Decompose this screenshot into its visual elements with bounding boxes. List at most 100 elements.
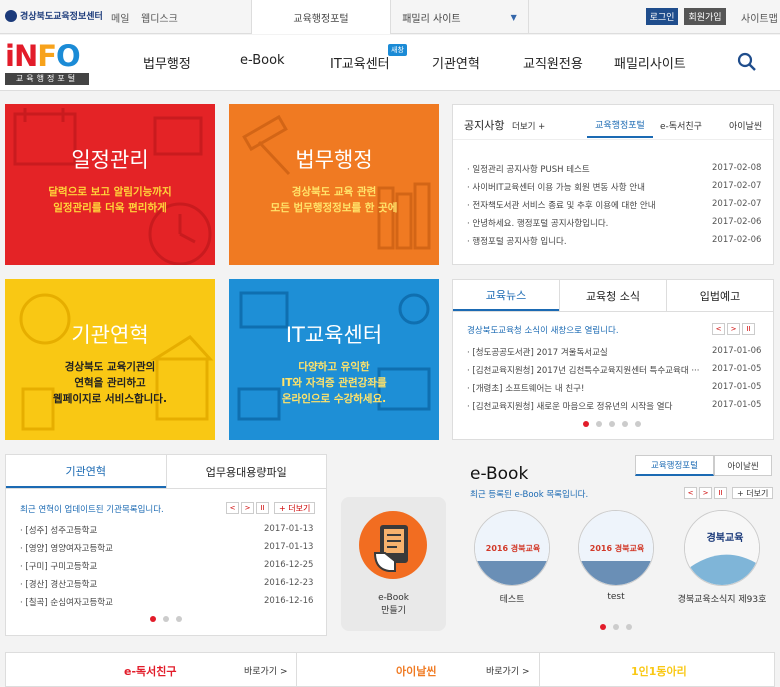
list-date: 2017-02-07 <box>712 181 762 191</box>
nav-ebook[interactable]: e-Book <box>240 53 285 68</box>
divider <box>539 653 540 686</box>
list-item[interactable]: · [성주] 성주고등학교 <box>20 524 97 536</box>
page-dot[interactable] <box>583 421 589 427</box>
ebook-item[interactable]: 2016 경북교육 테스트 <box>467 510 557 605</box>
notice-more-link[interactable]: 더보기 + <box>512 120 545 132</box>
list-date: 2016-12-23 <box>264 578 314 588</box>
tab-notice-portal[interactable]: 교육행정포털 <box>587 112 653 138</box>
list-item[interactable]: · [영양] 영양여자고등학교 <box>20 542 113 554</box>
tab-portal[interactable]: 교육행정포털 <box>251 0 390 34</box>
pause-button[interactable]: II <box>714 487 727 499</box>
page-dot[interactable] <box>609 421 615 427</box>
ebook-item[interactable]: 2016 경북교육 test <box>571 510 661 602</box>
tab-ebook-portal[interactable]: 교육행정포털 <box>635 455 714 476</box>
list-item[interactable]: · 안녕하세요. 행정포털 공지사항입니다. <box>467 217 608 229</box>
tab-notice-ainalssin[interactable]: 아이날씬 <box>729 119 762 132</box>
info-logo[interactable]: iNFO 교육행정포털 <box>5 41 89 85</box>
nav-legal[interactable]: 법무행정 <box>143 53 191 72</box>
page-dot[interactable] <box>622 421 628 427</box>
page-dot[interactable] <box>163 616 169 622</box>
divider <box>453 139 773 140</box>
list-item[interactable]: · [경산] 경산고등학교 <box>20 578 97 590</box>
banner-go-link[interactable]: 바로가기 > <box>486 664 530 677</box>
ebook-label: 테스트 <box>499 595 525 605</box>
nav-history[interactable]: 기관연혁 <box>432 53 480 72</box>
next-button[interactable]: > <box>241 502 254 514</box>
prev-button[interactable]: < <box>712 323 725 335</box>
ebook-label: 경북교육소식지 제93호 <box>677 595 767 605</box>
ebook-cover-image: 2016 경북교육 <box>475 511 549 585</box>
login-button[interactable]: 로그인 <box>646 8 678 25</box>
tile-history[interactable]: 기관연혁 경상북도 교육기관의 연혁을 관리하고 웹페이지로 서비스합니다. <box>5 279 215 440</box>
ebook-item[interactable]: 경북교육 경북교육소식지 제93호 <box>672 510 772 605</box>
divider <box>296 653 297 686</box>
tile-legal[interactable]: 법무행정 경상북도 교육 관련 모든 법무행정정보를 한 곳에 <box>229 104 439 265</box>
banner-ainalssin[interactable]: 아이날씬 <box>396 663 436 679</box>
list-item[interactable]: · 전자책도서관 서비스 종료 및 추후 이용에 대한 안내 <box>467 199 656 211</box>
news-controls: < > II <box>712 323 755 335</box>
banner-club[interactable]: 1인1동아리 <box>631 663 687 679</box>
list-date: 2017-01-06 <box>712 346 762 356</box>
page-dot[interactable] <box>176 616 182 622</box>
pause-button[interactable]: II <box>256 502 269 514</box>
page-dot[interactable] <box>626 624 632 630</box>
list-item[interactable]: · [개령초] 소프트웨어는 내 친구! <box>467 382 584 394</box>
page-dot[interactable] <box>635 421 641 427</box>
next-button[interactable]: > <box>699 487 712 499</box>
list-item[interactable]: · [청도공공도서관] 2017 겨울독서교실 <box>467 346 608 358</box>
list-item[interactable]: · 사이버IT교육센터 이용 가능 회원 변동 사항 안내 <box>467 181 645 193</box>
search-icon[interactable] <box>737 52 757 72</box>
nav-staff[interactable]: 교직원전용 <box>523 53 583 72</box>
next-button[interactable]: > <box>727 323 740 335</box>
list-date: 2017-01-05 <box>712 364 762 374</box>
banner-go-link[interactable]: 바로가기 > <box>244 664 288 677</box>
banner-reading-friend[interactable]: e-독서친구 <box>124 663 177 679</box>
family-site-select[interactable]: 패밀리 사이트 ▼ <box>390 0 529 34</box>
prev-button[interactable]: < <box>684 487 697 499</box>
join-button[interactable]: 회원가입 <box>684 8 726 25</box>
ebook-label: test <box>607 592 625 602</box>
tab-large-files[interactable]: 업무용대용량파일 <box>165 455 327 488</box>
tile-title: IT교육센터 <box>285 323 383 347</box>
list-item[interactable]: · 일정관리 공지사항 PUSH 테스트 <box>467 163 590 175</box>
page-dot[interactable] <box>150 616 156 622</box>
list-date: 2017-02-06 <box>712 235 762 245</box>
page-dot[interactable] <box>613 624 619 630</box>
tab-edu-news[interactable]: 교육뉴스 <box>453 280 559 311</box>
page-dot[interactable] <box>596 421 602 427</box>
list-date: 2016-12-16 <box>264 596 314 606</box>
tab-office-news[interactable]: 교육청 소식 <box>559 280 666 311</box>
tile-desc: 다양하고 유익한 IT와 자격증 관련강좌를 온라인으로 수강하세요. <box>281 361 387 405</box>
ebook-cover: 경북교육 <box>684 510 760 586</box>
list-item[interactable]: · [구미] 구미고등학교 <box>20 560 97 572</box>
list-date: 2017-01-13 <box>264 524 314 534</box>
tab-legislation[interactable]: 입법예고 <box>666 280 773 311</box>
tab-history[interactable]: 기관연혁 <box>6 455 166 488</box>
list-item[interactable]: · [김천교육지원청] 새로운 마음으로 정유년의 시작을 열다 <box>467 400 672 412</box>
org-logo[interactable]: 경상북도교육정보센터 <box>5 9 103 22</box>
history-pager <box>150 616 182 622</box>
ebook-make-card[interactable]: e-Book 만들기 <box>341 497 446 631</box>
tile-it-center[interactable]: IT교육센터 다양하고 유익한 IT와 자격증 관련강좌를 온라인으로 수강하세요. <box>229 279 439 440</box>
prev-button[interactable]: < <box>226 502 239 514</box>
mail-link[interactable]: 메일 <box>111 10 129 25</box>
nav-it-center[interactable]: IT교육센터 <box>330 53 390 72</box>
history-more-button[interactable]: + 더보기 <box>274 502 316 514</box>
sitemap-link[interactable]: 사이트맵 <box>741 10 778 25</box>
list-item[interactable]: · 행정포털 공지사항 입니다. <box>467 235 567 247</box>
list-item[interactable]: · [칠곡] 순심여자고등학교 <box>20 596 113 608</box>
tab-ebook-ainalssin[interactable]: 아이날씬 <box>714 455 772 476</box>
pause-button[interactable]: II <box>742 323 755 335</box>
webdisk-link[interactable]: 웹디스크 <box>141 10 178 25</box>
ebook-cover: 2016 경북교육 <box>474 510 550 586</box>
tab-notice-reading[interactable]: e-독서친구 <box>660 119 702 132</box>
list-item[interactable]: · [김천교육지원청] 2017년 김천특수교육지원센터 특수교육대 ··· <box>467 364 699 376</box>
ebook-more-button[interactable]: + 더보기 <box>732 487 774 499</box>
news-panel: 교육뉴스 교육청 소식 입법예고 경상북도교육청 소식이 새창으로 열립니다. … <box>452 279 774 440</box>
page-dot[interactable] <box>600 624 606 630</box>
news-headline: 경상북도교육청 소식이 새창으로 열립니다. <box>467 326 619 336</box>
nav-family[interactable]: 패밀리사이트 <box>614 53 686 72</box>
history-headline: 최근 연혁이 업데이트된 기관목록입니다. <box>20 505 164 515</box>
notice-title: 공지사항 <box>464 119 505 132</box>
tile-schedule[interactable]: 일정관리 달력으로 보고 알림기능까지 일정관리를 더욱 편리하게 <box>5 104 215 265</box>
